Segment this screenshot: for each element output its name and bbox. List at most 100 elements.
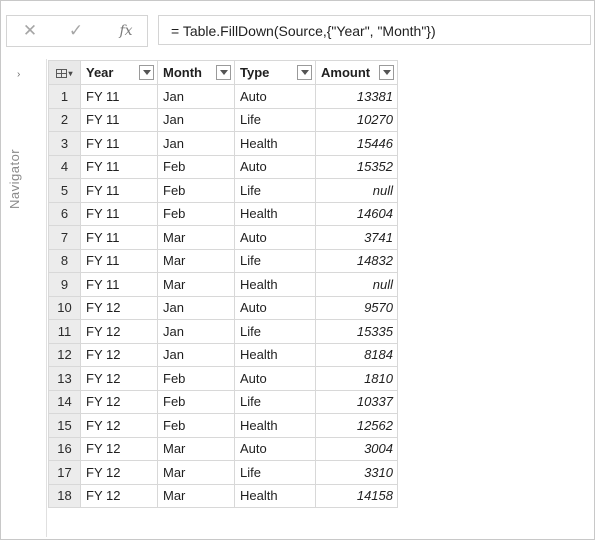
cell-type[interactable]: Auto: [234, 225, 316, 250]
table-row[interactable]: 14 FY 12 Feb Life 10337: [48, 389, 398, 414]
cell-month[interactable]: Mar: [157, 436, 235, 461]
cell-year[interactable]: FY 11: [80, 84, 158, 109]
cell-year[interactable]: FY 12: [80, 413, 158, 438]
cell-type[interactable]: Auto: [234, 154, 316, 179]
table-row[interactable]: 5 FY 11 Feb Life null: [48, 178, 398, 203]
fx-icon[interactable]: fx: [111, 16, 141, 46]
cell-month[interactable]: Jan: [157, 295, 235, 320]
cell-amount[interactable]: 15352: [315, 154, 398, 179]
table-row[interactable]: 4 FY 11 Feb Auto 15352: [48, 154, 398, 179]
cell-amount[interactable]: 14158: [315, 483, 398, 508]
row-number[interactable]: 8: [48, 248, 81, 273]
cell-month[interactable]: Feb: [157, 154, 235, 179]
cell-year[interactable]: FY 11: [80, 154, 158, 179]
cell-type[interactable]: Auto: [234, 84, 316, 109]
filter-dropdown-icon[interactable]: [297, 64, 312, 80]
cell-year[interactable]: FY 11: [80, 131, 158, 156]
column-header-month[interactable]: Month: [157, 60, 235, 85]
cell-type[interactable]: Health: [234, 483, 316, 508]
cell-type[interactable]: Life: [234, 178, 316, 203]
cell-month[interactable]: Jan: [157, 107, 235, 132]
cell-year[interactable]: FY 11: [80, 178, 158, 203]
cell-type[interactable]: Health: [234, 272, 316, 297]
table-row[interactable]: 6 FY 11 Feb Health 14604: [48, 201, 398, 226]
cell-month[interactable]: Feb: [157, 178, 235, 203]
row-number[interactable]: 5: [48, 178, 81, 203]
cell-year[interactable]: FY 12: [80, 319, 158, 344]
cell-month[interactable]: Jan: [157, 342, 235, 367]
cell-amount[interactable]: 10337: [315, 389, 398, 414]
cell-amount[interactable]: 9570: [315, 295, 398, 320]
table-row[interactable]: 10 FY 12 Jan Auto 9570: [48, 295, 398, 320]
row-number[interactable]: 12: [48, 342, 81, 367]
row-number[interactable]: 2: [48, 107, 81, 132]
cancel-icon[interactable]: ✕: [17, 16, 43, 46]
row-number[interactable]: 11: [48, 319, 81, 344]
row-number[interactable]: 14: [48, 389, 81, 414]
cell-type[interactable]: Auto: [234, 295, 316, 320]
cell-amount[interactable]: null: [315, 178, 398, 203]
column-header-type[interactable]: Type: [234, 60, 316, 85]
cell-amount[interactable]: 15335: [315, 319, 398, 344]
row-number[interactable]: 15: [48, 413, 81, 438]
cell-amount[interactable]: 3004: [315, 436, 398, 461]
cell-amount[interactable]: 14604: [315, 201, 398, 226]
row-number[interactable]: 6: [48, 201, 81, 226]
cell-type[interactable]: Life: [234, 248, 316, 273]
cell-year[interactable]: FY 12: [80, 342, 158, 367]
cell-year[interactable]: FY 11: [80, 225, 158, 250]
cell-type[interactable]: Life: [234, 460, 316, 485]
cell-month[interactable]: Mar: [157, 225, 235, 250]
cell-amount[interactable]: 15446: [315, 131, 398, 156]
row-number[interactable]: 9: [48, 272, 81, 297]
table-row[interactable]: 18 FY 12 Mar Health 14158: [48, 483, 398, 508]
cell-amount[interactable]: 14832: [315, 248, 398, 273]
cell-year[interactable]: FY 12: [80, 436, 158, 461]
row-number[interactable]: 1: [48, 84, 81, 109]
cell-month[interactable]: Mar: [157, 483, 235, 508]
cell-month[interactable]: Feb: [157, 413, 235, 438]
cell-month[interactable]: Feb: [157, 389, 235, 414]
cell-amount[interactable]: 3310: [315, 460, 398, 485]
cell-type[interactable]: Auto: [234, 366, 316, 391]
cell-month[interactable]: Mar: [157, 272, 235, 297]
column-header-year[interactable]: Year: [80, 60, 158, 85]
confirm-icon[interactable]: ✓: [63, 16, 89, 46]
cell-month[interactable]: Feb: [157, 201, 235, 226]
table-row[interactable]: 12 FY 12 Jan Health 8184: [48, 342, 398, 367]
column-header-amount[interactable]: Amount: [315, 60, 398, 85]
table-row[interactable]: 3 FY 11 Jan Health 15446: [48, 131, 398, 156]
cell-type[interactable]: Life: [234, 319, 316, 344]
row-number[interactable]: 3: [48, 131, 81, 156]
row-number[interactable]: 4: [48, 154, 81, 179]
cell-amount[interactable]: 8184: [315, 342, 398, 367]
filter-dropdown-icon[interactable]: [139, 64, 154, 80]
cell-year[interactable]: FY 11: [80, 272, 158, 297]
cell-month[interactable]: Mar: [157, 460, 235, 485]
row-number[interactable]: 10: [48, 295, 81, 320]
row-number[interactable]: 16: [48, 436, 81, 461]
table-menu-button[interactable]: ▾: [48, 60, 81, 85]
cell-amount[interactable]: 1810: [315, 366, 398, 391]
cell-type[interactable]: Life: [234, 389, 316, 414]
cell-type[interactable]: Life: [234, 107, 316, 132]
cell-year[interactable]: FY 12: [80, 460, 158, 485]
table-row[interactable]: 13 FY 12 Feb Auto 1810: [48, 366, 398, 391]
cell-year[interactable]: FY 12: [80, 295, 158, 320]
cell-year[interactable]: FY 12: [80, 366, 158, 391]
cell-year[interactable]: FY 11: [80, 248, 158, 273]
row-number[interactable]: 18: [48, 483, 81, 508]
cell-amount[interactable]: 12562: [315, 413, 398, 438]
filter-dropdown-icon[interactable]: [379, 64, 394, 80]
table-row[interactable]: 9 FY 11 Mar Health null: [48, 272, 398, 297]
cell-type[interactable]: Health: [234, 131, 316, 156]
table-row[interactable]: 17 FY 12 Mar Life 3310: [48, 460, 398, 485]
cell-month[interactable]: Feb: [157, 366, 235, 391]
cell-type[interactable]: Health: [234, 201, 316, 226]
cell-type[interactable]: Health: [234, 413, 316, 438]
navigator-pane[interactable]: › Navigator: [1, 59, 45, 537]
chevron-right-icon[interactable]: ›: [17, 69, 20, 80]
cell-month[interactable]: Jan: [157, 131, 235, 156]
table-row[interactable]: 1 FY 11 Jan Auto 13381: [48, 84, 398, 109]
cell-amount[interactable]: 13381: [315, 84, 398, 109]
